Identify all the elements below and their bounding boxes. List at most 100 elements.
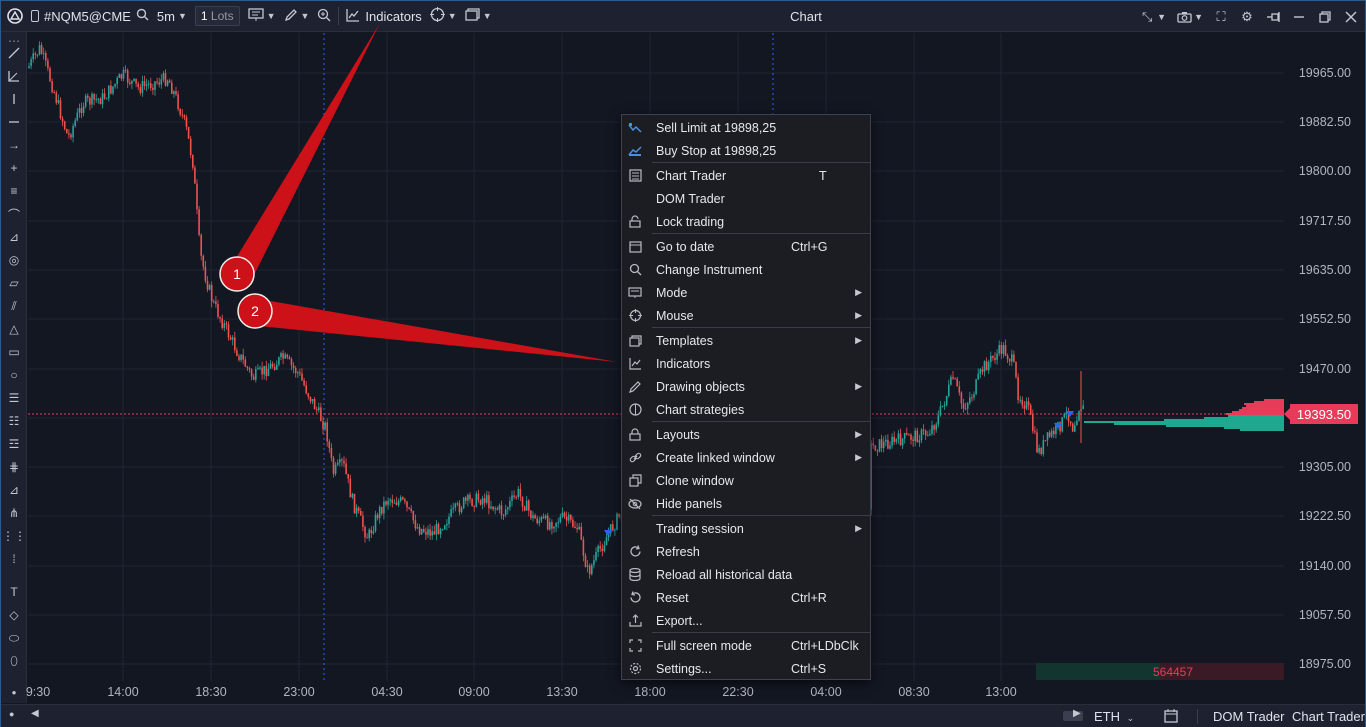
menu-item-go-to-date[interactable]: Go to date Ctrl+G [622,235,870,258]
chevron-down-icon: ▼ [482,11,492,21]
candle-body [1034,431,1036,433]
menu-item-hide-panels[interactable]: Hide panels [622,492,870,515]
menu-item-reload-all-historical-data[interactable]: Reload all historical data [622,563,870,586]
menu-item-dom-trader[interactable]: DOM Trader [622,187,870,210]
symbol-selector[interactable]: #NQM5@CME [27,1,153,32]
scroll-right-icon[interactable]: ▶ [1073,708,1081,719]
candle-body [423,529,425,532]
dom-trader-button[interactable]: DOM Trader [1213,709,1285,724]
chart-trader-button[interactable]: Chart Trader [1292,709,1365,724]
menu-separator [652,421,870,422]
link-arrows-icon[interactable]: ⤡ [1139,9,1155,25]
curve-icon[interactable]: ⌒ [5,205,23,223]
crosshair-dropdown[interactable]: ▼ [426,1,461,32]
menu-item-clone-window[interactable]: Clone window [622,469,870,492]
menu-item-mode[interactable]: Mode ▶ [622,281,870,304]
minimize-icon[interactable] [1291,9,1307,25]
lots-field[interactable]: 1 Lots [191,1,244,32]
collapse-dot-icon[interactable]: ● [5,683,23,701]
text-icon[interactable]: T [5,583,23,601]
menu-item-create-linked-window[interactable]: Create linked window ▶ [622,446,870,469]
fib-lines-icon[interactable]: ⫽ [5,297,23,315]
menu-item-reset[interactable]: Reset Ctrl+R [622,586,870,609]
candle-body [353,493,356,514]
pin-icon[interactable] [1265,9,1281,25]
candle-body [315,409,318,411]
menu-item-trading-session[interactable]: Trading session ▶ [622,517,870,540]
vertical-line-icon[interactable] [5,90,23,108]
chevron-down-icon[interactable]: ▼ [1194,12,1203,22]
ray-icon[interactable]: → [5,136,23,154]
menu-item-shortcut: Ctrl+LDbClk [791,638,859,653]
mode-dropdown[interactable]: ▼ [244,1,280,32]
restore-icon[interactable] [1317,9,1333,25]
volume-value: 564457 [1152,664,1194,679]
horizontal-line-icon[interactable] [5,113,23,131]
menu-item-export[interactable]: Export... [622,609,870,632]
indicators-button[interactable]: Indicators [342,1,425,32]
fib-retracement-icon[interactable]: ☰ [5,389,23,407]
candle-body [582,539,585,556]
candle-body [954,378,956,380]
candle-body [1063,413,1066,418]
collapse-icon[interactable]: ● [9,709,14,719]
angle-line-icon[interactable] [5,67,23,85]
menu-item-drawing-objects[interactable]: Drawing objects ▶ [622,375,870,398]
close-icon[interactable] [1343,9,1359,25]
phone-icon [31,10,39,22]
menu-item-refresh[interactable]: Refresh [622,540,870,563]
price-axis[interactable]: 19965.00 19882.50 19800.00 19717.50 19635.00… [1284,33,1365,681]
menu-item-settings[interactable]: Settings... Ctrl+S [622,657,870,680]
chevron-down-icon[interactable]: ▼ [1157,12,1166,22]
spiral-icon[interactable]: ◎ [5,251,23,269]
menu-item-mouse[interactable]: Mouse ▶ [622,304,870,327]
session-dropdown[interactable]: ETH ⌄ [1094,709,1134,724]
dotted-range-icon[interactable]: ⁞ [5,550,23,568]
zoom-in-button[interactable] [313,1,335,32]
gann-icon[interactable]: ⋕ [5,458,23,476]
menu-item-templates[interactable]: Templates ▶ [622,329,870,352]
menu-item-sell-limit-at-19898-25[interactable]: Sell Limit at 19898,25 [622,116,870,139]
cross-line-icon[interactable]: + [5,159,23,177]
menu-item-indicators[interactable]: Indicators [622,352,870,375]
menu-item-buy-stop-at-19898-25[interactable]: Buy Stop at 19898,25 [622,139,870,162]
fib-extension-icon[interactable]: ☷ [5,412,23,430]
candle-body [95,99,97,101]
pitchfork-icon[interactable]: ⊿ [5,228,23,246]
channel-icon[interactable]: ⊿ [5,481,23,499]
camera-icon[interactable] [1176,9,1192,25]
eraser-icon[interactable]: ⬯ [5,652,23,670]
candle-body [189,138,192,155]
circle-icon[interactable]: ○ [5,366,23,384]
drawing-dropdown[interactable]: ▼ [280,1,314,32]
range-icon[interactable]: ⋮⋮ [2,527,26,545]
parallel-lines-icon[interactable]: ≡ [5,182,23,200]
horizontal-scrollbar[interactable] [29,710,1083,722]
tag-icon[interactable]: ◇ [5,606,23,624]
trend-line-icon[interactable] [5,44,23,62]
menu-item-full-screen-mode[interactable]: Full screen mode Ctrl+LDbClk [622,634,870,657]
gear-icon[interactable]: ⚙ [1239,9,1255,25]
menu-item-chart-trader[interactable]: Chart Trader T [622,164,870,187]
timeframe-dropdown[interactable]: 5m ▼ [153,1,191,32]
menu-item-change-instrument[interactable]: Change Instrument [622,258,870,281]
fan-icon[interactable]: ⋔ [5,504,23,522]
candle-body [402,497,404,500]
fib-levels-icon[interactable]: ☲ [5,435,23,453]
candle-body [259,367,261,369]
menu-item-lock-trading[interactable]: Lock trading [622,210,870,233]
calendar-icon[interactable] [1164,709,1178,726]
menu-item-layouts[interactable]: Layouts ▶ [622,423,870,446]
triangle-icon[interactable]: △ [5,320,23,338]
search-icon[interactable] [136,8,149,24]
templates-dropdown[interactable]: ▼ [461,1,496,32]
time-axis[interactable]: 9:30 14:00 18:30 23:00 04:30 09:00 13:30 18:00 2… [26,681,1284,703]
ruler-icon[interactable]: ▱ [5,274,23,292]
candle-body [404,499,406,502]
app-logo-icon[interactable] [1,1,27,32]
candle-body [456,503,459,505]
menu-item-chart-strategies[interactable]: Chart strategies [622,398,870,421]
fullscreen-icon[interactable]: ⛶ [1213,9,1229,25]
label-icon[interactable]: ⬭ [5,629,23,647]
rectangle-icon[interactable]: ▭ [5,343,23,361]
